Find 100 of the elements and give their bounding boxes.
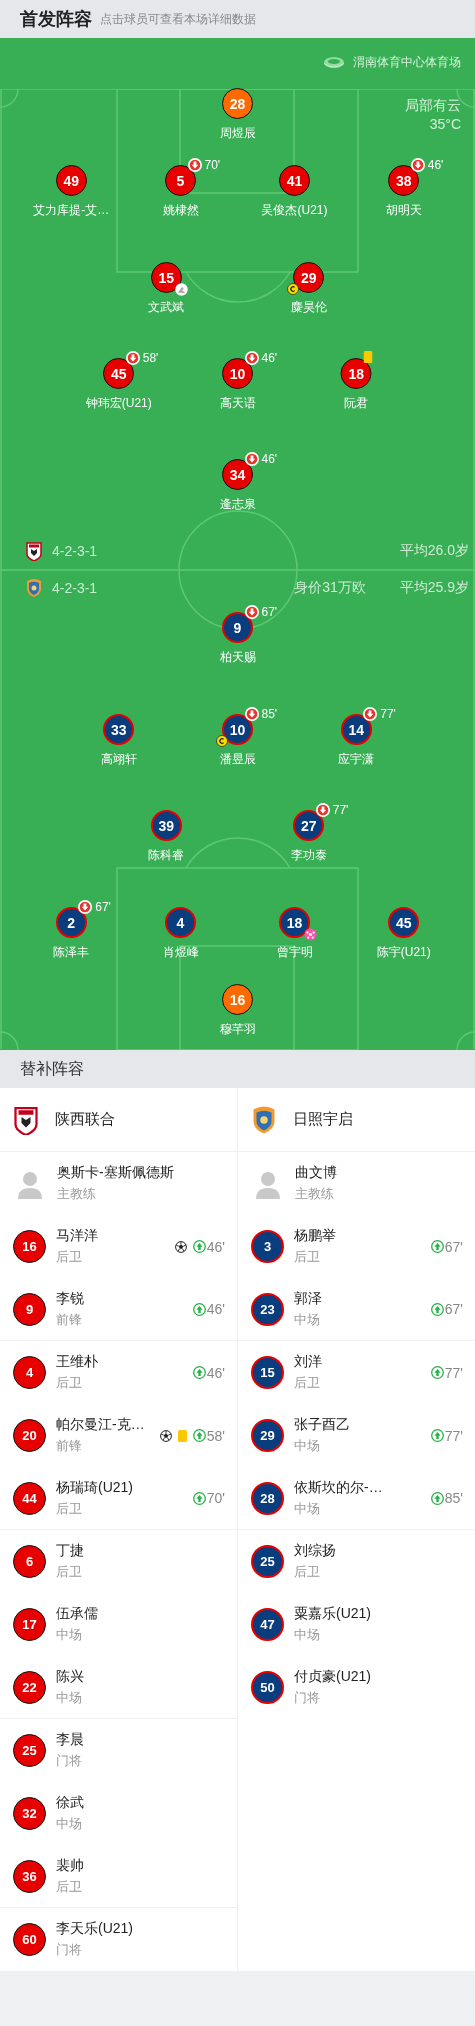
player-name[interactable]: 郭泽 bbox=[294, 1289, 322, 1308]
player-name: 钟玮宏(U21) bbox=[85, 395, 152, 412]
coach-name: 曲文博 bbox=[295, 1164, 337, 1182]
player-position: 门将 bbox=[56, 1752, 83, 1770]
jersey-number[interactable]: 3 bbox=[251, 1230, 284, 1263]
jersey-number[interactable]: 9 bbox=[222, 612, 253, 643]
player-name[interactable]: 李晨 bbox=[56, 1731, 84, 1749]
jersey-number[interactable]: 14 bbox=[340, 714, 372, 745]
jersey-number[interactable]: 17 bbox=[13, 1608, 46, 1641]
player-position: 后卫 bbox=[56, 1499, 83, 1518]
substitution-in-icon bbox=[192, 1302, 206, 1316]
jersey-number[interactable]: 50 bbox=[251, 1671, 284, 1704]
jersey-number[interactable]: 15 bbox=[251, 1356, 284, 1389]
jersey-number[interactable]: 34 bbox=[222, 459, 253, 490]
jersey-number[interactable]: 23 bbox=[251, 1292, 284, 1326]
jersey-number[interactable]: 22 bbox=[13, 1670, 46, 1704]
substitution-out-icon bbox=[244, 351, 259, 365]
player-name[interactable]: 张子酉乙 bbox=[294, 1416, 350, 1434]
captain-armband-icon bbox=[215, 735, 228, 747]
substitution-time: 77' bbox=[332, 803, 349, 817]
substitution-time: 67' bbox=[261, 605, 278, 619]
jersey-number[interactable]: 4 bbox=[165, 907, 196, 938]
player-name[interactable]: 付贞豪(U21) bbox=[294, 1668, 371, 1686]
player-name[interactable]: 李天乐(U21) bbox=[56, 1920, 133, 1938]
substitution-time: 77' bbox=[444, 1427, 463, 1444]
jersey-number[interactable]: 36 bbox=[13, 1859, 46, 1893]
substitution-out-icon bbox=[187, 158, 202, 172]
jersey-number[interactable]: 29 bbox=[293, 262, 325, 293]
player-name: 麋昊伦 bbox=[290, 299, 327, 316]
jersey-number[interactable]: 41 bbox=[279, 165, 310, 196]
jersey-number[interactable]: 2 bbox=[55, 907, 87, 938]
player-name[interactable]: 杨鹏举 bbox=[294, 1227, 336, 1245]
substitution-time: 58' bbox=[142, 351, 159, 365]
jersey-number[interactable]: 28 bbox=[251, 1481, 284, 1515]
substitution-in-icon bbox=[192, 1240, 206, 1253]
player-position: 后卫 bbox=[56, 1248, 83, 1266]
team-crest-icon bbox=[252, 1104, 276, 1135]
player-position: 中场 bbox=[56, 1688, 83, 1707]
jersey-number[interactable]: 25 bbox=[251, 1545, 284, 1578]
jersey-number[interactable]: 27 bbox=[293, 810, 325, 841]
substitution-in-icon bbox=[192, 1366, 206, 1379]
player-name[interactable]: 裴帅 bbox=[56, 1856, 84, 1875]
team-crest-icon bbox=[26, 541, 42, 561]
player-name[interactable]: 杨瑞琦(U21) bbox=[56, 1478, 133, 1497]
section-title: 替补阵容 bbox=[20, 1058, 84, 1079]
jersey-number[interactable]: 32 bbox=[13, 1797, 46, 1830]
jersey-number[interactable]: 45 bbox=[103, 358, 135, 389]
jersey-number[interactable]: 38 bbox=[388, 165, 420, 196]
ball-icon bbox=[174, 1240, 187, 1253]
temperature-text: 35°C bbox=[428, 115, 461, 134]
player-name[interactable]: 帕尔曼江-克… bbox=[56, 1416, 145, 1434]
team-name[interactable]: 日照宇启 bbox=[293, 1110, 353, 1129]
player-name[interactable]: 李锐 bbox=[56, 1289, 84, 1308]
player-name: 应宇潇 bbox=[338, 751, 375, 768]
jersey-number[interactable]: 33 bbox=[103, 714, 135, 745]
jersey-number[interactable]: 16 bbox=[13, 1230, 46, 1263]
player-position: 后卫 bbox=[56, 1877, 83, 1896]
jersey-number[interactable]: 15 bbox=[150, 262, 182, 293]
player-name[interactable]: 刘洋 bbox=[294, 1353, 322, 1371]
player-name: 肖煜峰 bbox=[162, 944, 199, 961]
jersey-number[interactable]: 6 bbox=[13, 1545, 46, 1578]
player-name[interactable]: 王维朴 bbox=[56, 1353, 98, 1371]
player-name: 阮君 bbox=[344, 395, 369, 412]
jersey-number[interactable]: 45 bbox=[388, 907, 420, 938]
player-name[interactable]: 粟嘉乐(U21) bbox=[294, 1605, 371, 1623]
substitution-time: 67' bbox=[444, 1238, 463, 1255]
player-name[interactable]: 丁捷 bbox=[56, 1542, 84, 1560]
player-name: 高翊轩 bbox=[100, 751, 137, 768]
jersey-number[interactable]: 4 bbox=[13, 1356, 46, 1389]
player-name[interactable]: 依斯坎的尔-… bbox=[294, 1478, 383, 1497]
player-name: 柏天赐 bbox=[219, 649, 256, 666]
substitution-time: 85' bbox=[261, 707, 278, 721]
substitution-time: 46' bbox=[261, 351, 278, 365]
player-name[interactable]: 陈兴 bbox=[56, 1667, 84, 1686]
jersey-number[interactable]: 29 bbox=[251, 1419, 284, 1452]
player-name[interactable]: 刘综扬 bbox=[294, 1542, 336, 1560]
substitution-time: 46' bbox=[206, 1301, 225, 1317]
jersey-number[interactable]: 10 bbox=[222, 358, 253, 389]
substitution-time: 70' bbox=[206, 1490, 225, 1506]
jersey-number[interactable]: 25 bbox=[13, 1734, 46, 1767]
jersey-number[interactable]: 49 bbox=[55, 165, 87, 196]
coach-role: 主教练 bbox=[57, 1185, 97, 1203]
jersey-number[interactable]: 20 bbox=[13, 1419, 46, 1452]
jersey-number[interactable]: 44 bbox=[13, 1481, 46, 1515]
substitution-time: 67' bbox=[95, 900, 111, 914]
substitution-in-icon bbox=[192, 1429, 206, 1442]
jersey-number[interactable]: 39 bbox=[150, 810, 182, 841]
jersey-number[interactable]: 18 bbox=[340, 358, 372, 389]
player-name[interactable]: 徐武 bbox=[56, 1794, 84, 1812]
jersey-number[interactable]: 47 bbox=[251, 1608, 284, 1641]
player-name[interactable]: 伍承儒 bbox=[56, 1605, 98, 1623]
jersey-number[interactable]: 9 bbox=[13, 1292, 46, 1326]
player-name[interactable]: 马洋洋 bbox=[56, 1227, 98, 1245]
team-name[interactable]: 陕西联合 bbox=[55, 1110, 115, 1129]
jersey-number[interactable]: 60 bbox=[13, 1923, 46, 1956]
stadium-icon bbox=[323, 55, 345, 69]
jersey-number[interactable]: 18 bbox=[279, 907, 310, 938]
player-position: 门将 bbox=[294, 1689, 321, 1707]
jersey-number[interactable]: 5 bbox=[165, 165, 196, 196]
formation-text: 4-2-3-1 bbox=[52, 543, 98, 559]
